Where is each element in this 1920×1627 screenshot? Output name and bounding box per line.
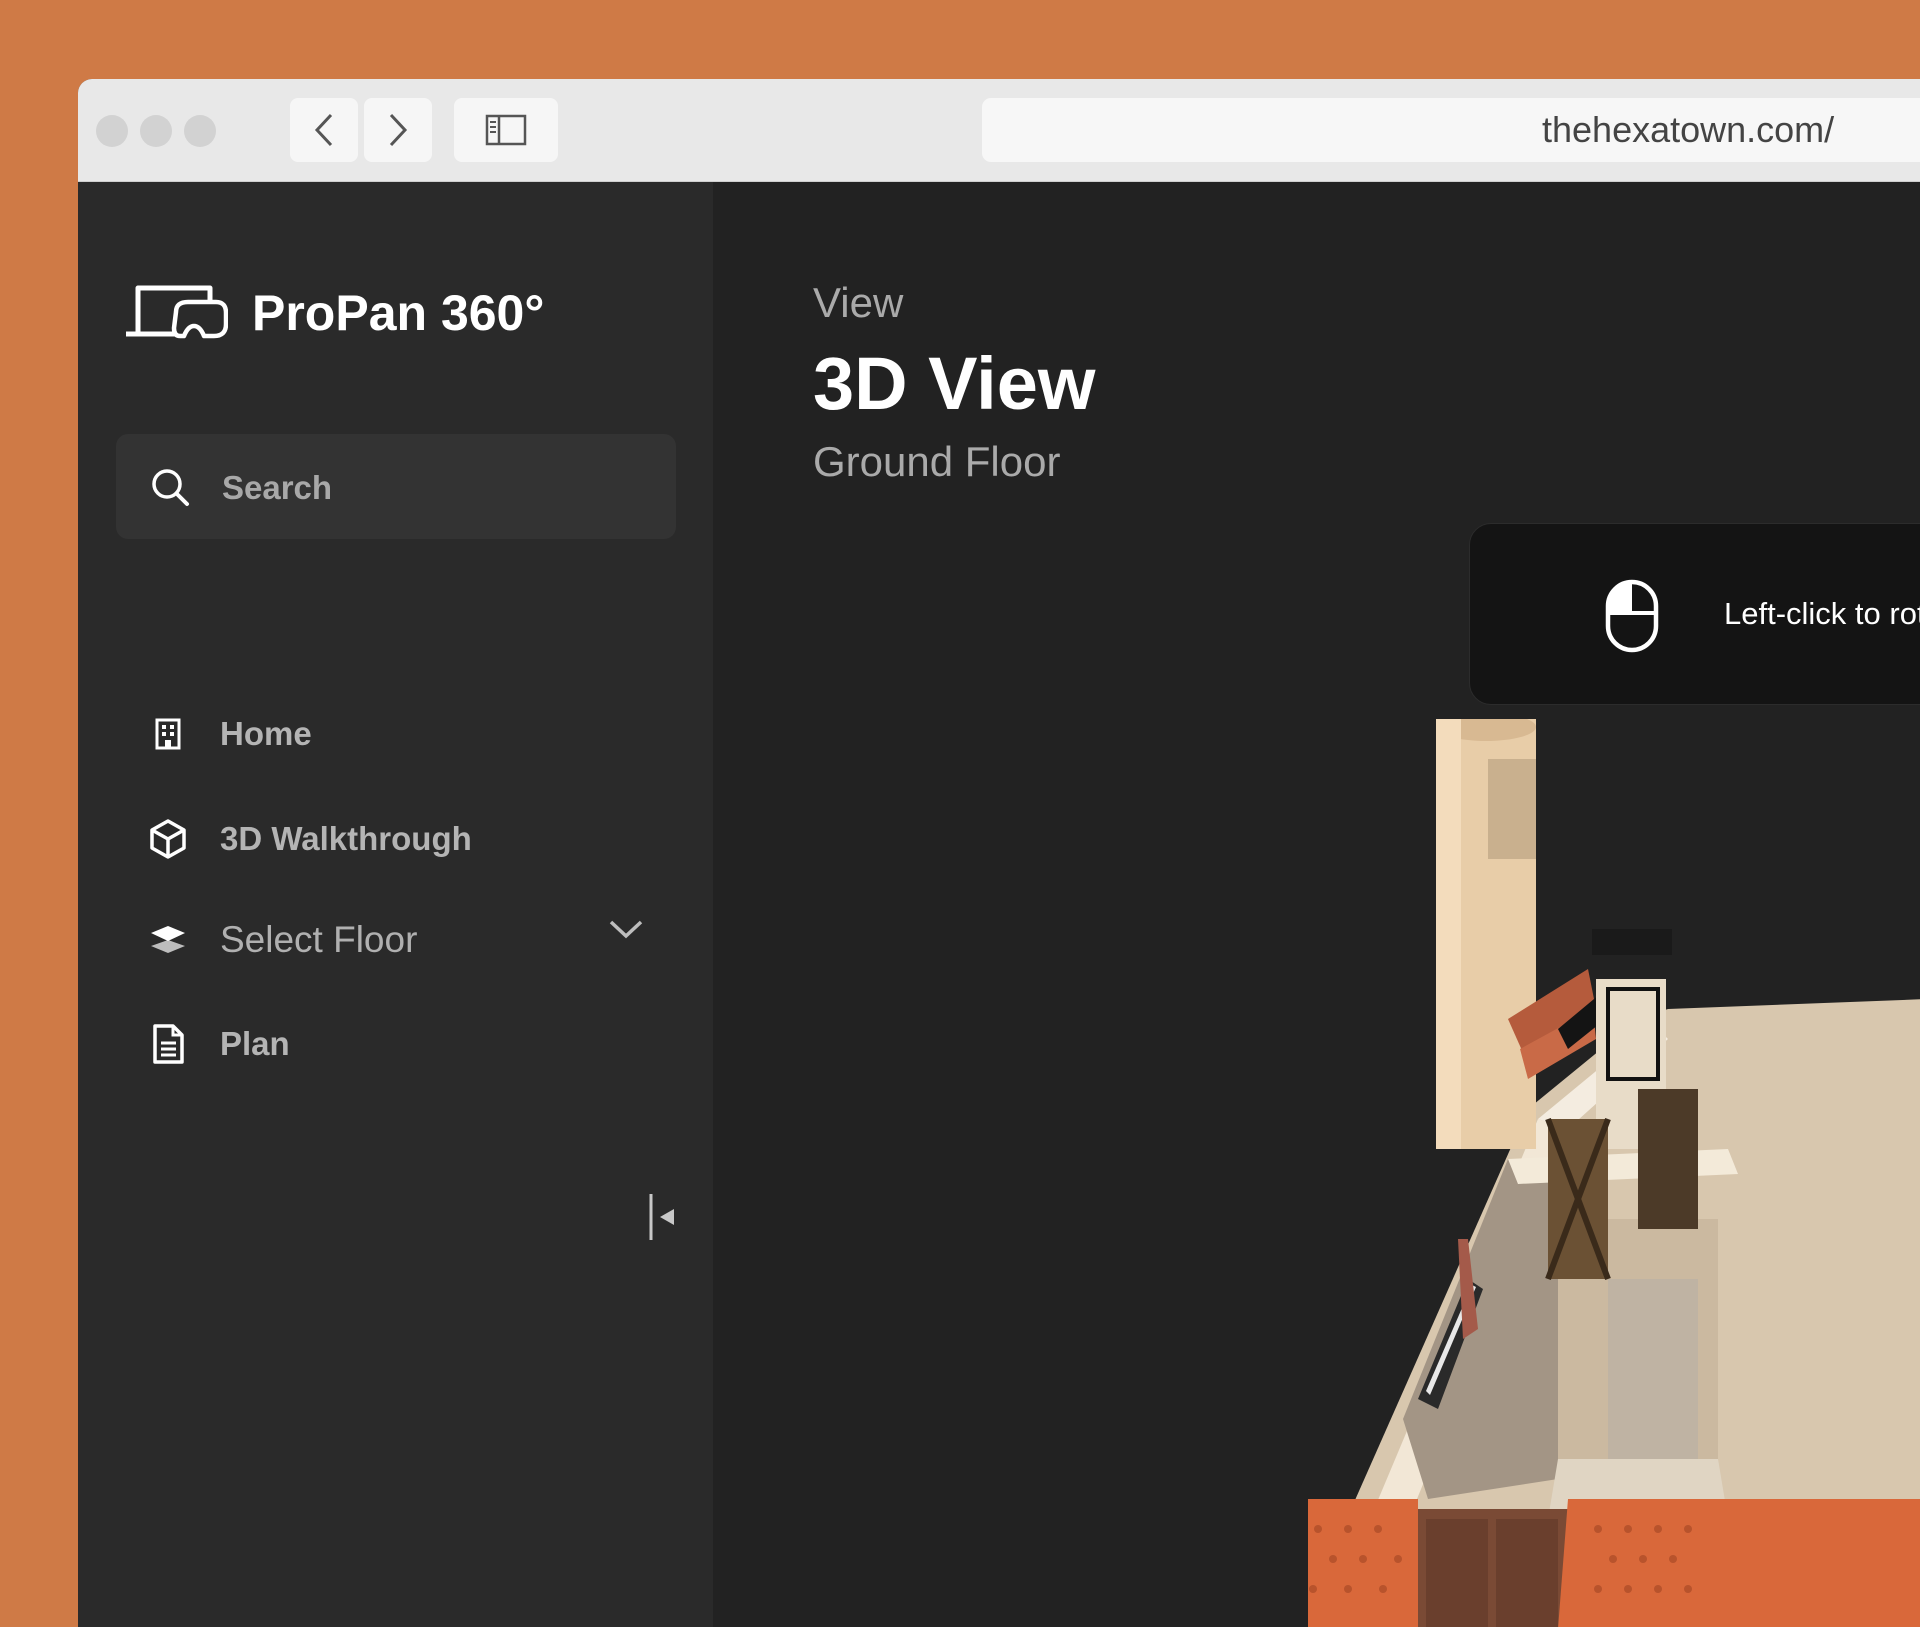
search-icon	[152, 469, 189, 506]
brand[interactable]: ProPan 360°	[124, 282, 544, 344]
nav-item-plan[interactable]: Plan	[144, 1014, 290, 1074]
control-hint-card: Left-click to rot	[1469, 523, 1920, 705]
3d-house-model[interactable]	[1308, 719, 1920, 1627]
browser-window: thehexatown.com/ ProPan 360° Search Home…	[78, 79, 1920, 1627]
propan-logo-icon	[126, 285, 228, 339]
url-text: thehexatown.com/	[1542, 109, 1835, 150]
nav-item-home[interactable]: Home	[144, 704, 312, 764]
page-subtitle: Ground Floor	[813, 438, 1061, 485]
chevron-down-icon[interactable]	[608, 917, 644, 941]
nav-label-plan: Plan	[220, 1025, 290, 1062]
zoom-window-button[interactable]	[184, 115, 216, 147]
brand-name: ProPan 360°	[252, 285, 545, 341]
nav-label-select-floor: Select Floor	[220, 919, 418, 960]
layers-icon	[144, 916, 192, 964]
search-input[interactable]	[220, 434, 644, 541]
chevron-left-icon	[314, 113, 333, 147]
collapse-sidebar-icon[interactable]	[646, 1192, 678, 1242]
page-header: View 3D View Ground Floor	[813, 279, 1095, 486]
cube-icon	[144, 815, 192, 863]
nav-item-3d-walkthrough[interactable]: 3D Walkthrough	[144, 809, 472, 869]
nav-label-home: Home	[220, 715, 312, 752]
address-bar[interactable]: thehexatown.com/	[982, 98, 1920, 162]
search-box[interactable]	[116, 434, 676, 541]
document-icon	[144, 1020, 192, 1068]
back-button[interactable]	[290, 98, 358, 162]
sidebar: ProPan 360° Home	[78, 182, 713, 1627]
page-eyebrow: View	[813, 279, 904, 326]
nav-item-select-floor[interactable]: Select Floor	[144, 910, 417, 970]
close-window-button[interactable]	[96, 115, 128, 147]
forward-button[interactable]	[364, 98, 432, 162]
sidebar-toggle-button[interactable]	[454, 98, 558, 162]
sidebar-icon	[485, 114, 527, 146]
browser-toolbar: thehexatown.com/	[78, 79, 1920, 182]
minimize-window-button[interactable]	[140, 115, 172, 147]
control-hint-text: Left-click to rot	[1724, 596, 1920, 631]
chevron-right-icon	[389, 113, 408, 147]
mouse-icon	[1605, 579, 1659, 653]
building-icon	[144, 710, 192, 758]
nav-label-3d-walkthrough: 3D Walkthrough	[220, 820, 472, 857]
page-title: 3D View	[813, 342, 1096, 425]
